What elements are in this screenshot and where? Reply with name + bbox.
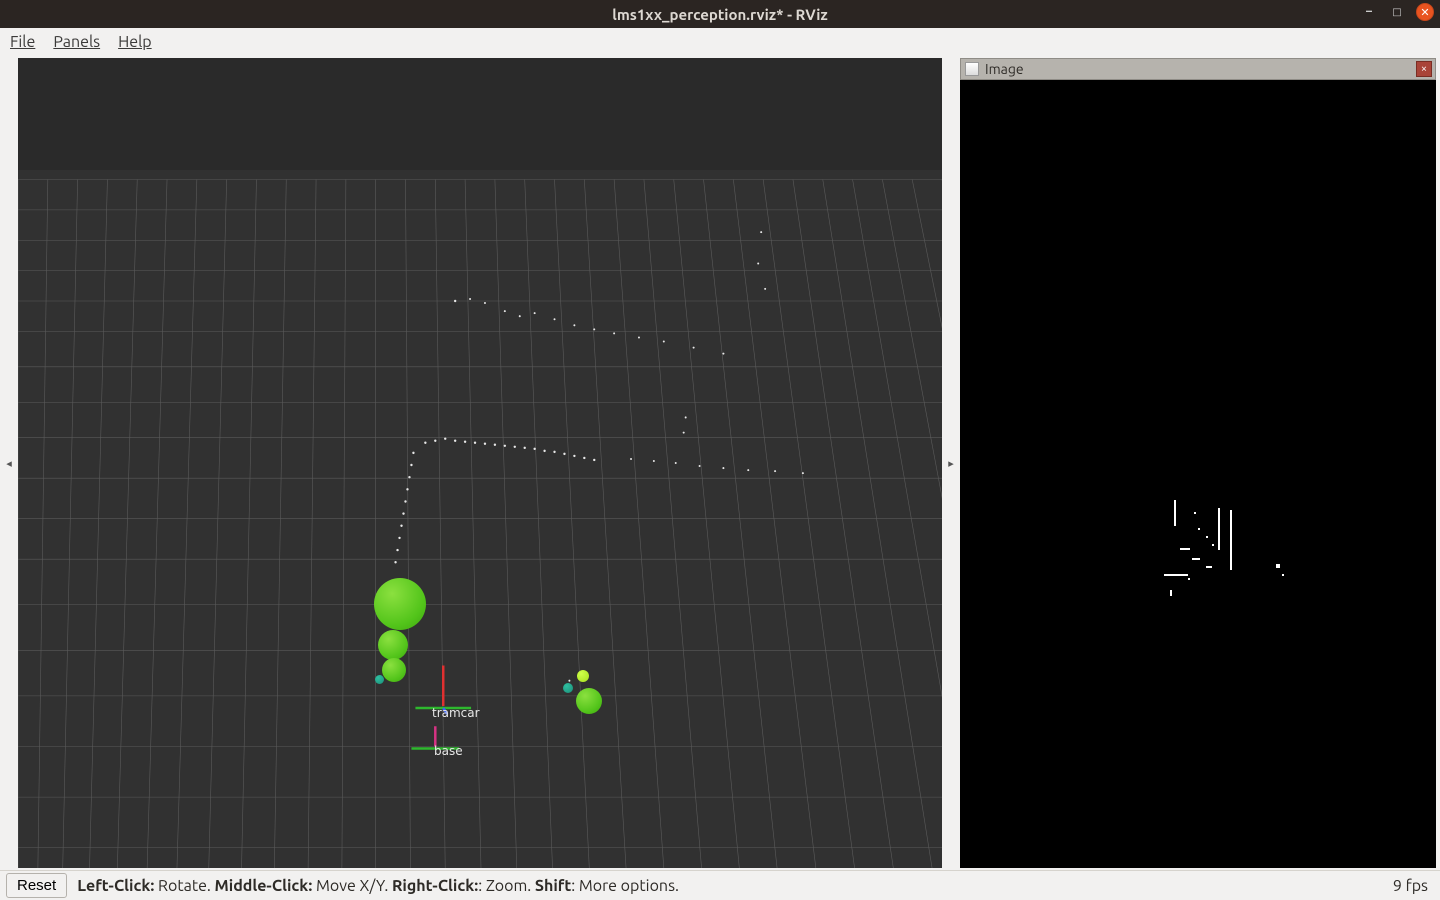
image-panel-body[interactable] (960, 80, 1436, 868)
hint-shift-text: : More options. (571, 877, 679, 895)
window-close-icon[interactable] (1416, 3, 1434, 21)
detection-blob (576, 688, 602, 714)
window-titlebar: lms1xx_perception.rviz* - RViz (0, 0, 1440, 28)
reset-button[interactable]: Reset (6, 873, 67, 898)
hint-right-text: : Zoom. (478, 877, 535, 895)
detection-blob (378, 630, 408, 660)
image-panel-header[interactable]: Image × (960, 58, 1436, 80)
menu-panels-label: Panels (53, 33, 100, 51)
frame-label-tramcar: tramcar (432, 706, 480, 720)
window-minimize-icon[interactable] (1360, 3, 1378, 21)
3d-viewport[interactable]: tramcar base (18, 58, 942, 868)
menu-panels[interactable]: Panels (53, 33, 100, 51)
panel-icon (965, 62, 979, 76)
fps-readout: 9 fps (1393, 877, 1434, 895)
hint-shift-label: Shift (535, 877, 571, 895)
detection-blob (382, 658, 406, 682)
frame-label-base: base (434, 744, 463, 758)
status-hint: Left-Click: Rotate. Middle-Click: Move X… (77, 877, 679, 895)
menu-help[interactable]: Help (118, 33, 152, 51)
image-panel-title: Image (985, 61, 1024, 77)
window-maximize-icon[interactable] (1388, 3, 1406, 21)
menubar: File Panels Help (0, 28, 1440, 56)
splitter-right[interactable]: ▸ (946, 58, 956, 868)
hint-right-label: Right-Click: (392, 877, 478, 895)
menu-file[interactable]: File (10, 33, 35, 51)
hint-middle-label: Middle-Click: (215, 877, 313, 895)
splitter-left[interactable]: ◂ (4, 58, 14, 868)
hint-left-text: Rotate. (154, 877, 214, 895)
app-frame: File Panels Help ◂ (0, 28, 1440, 900)
detection-blob (563, 683, 573, 693)
menu-help-label: Help (118, 33, 152, 51)
status-bar: Reset Left-Click: Rotate. Middle-Click: … (0, 870, 1440, 900)
window-controls (1360, 3, 1434, 21)
hint-left-label: Left-Click: (77, 877, 154, 895)
image-panel: Image × (960, 58, 1436, 868)
panel-close-icon[interactable]: × (1416, 61, 1432, 77)
menu-file-label: File (10, 33, 35, 51)
window-title: lms1xx_perception.rviz* - RViz (612, 6, 827, 23)
hint-middle-text: Move X/Y. (312, 877, 392, 895)
detection-blob (375, 675, 384, 684)
grid-icon (18, 58, 942, 868)
detection-blob (374, 578, 426, 630)
detection-blob (577, 670, 589, 682)
workspace: ◂ (0, 56, 1440, 870)
